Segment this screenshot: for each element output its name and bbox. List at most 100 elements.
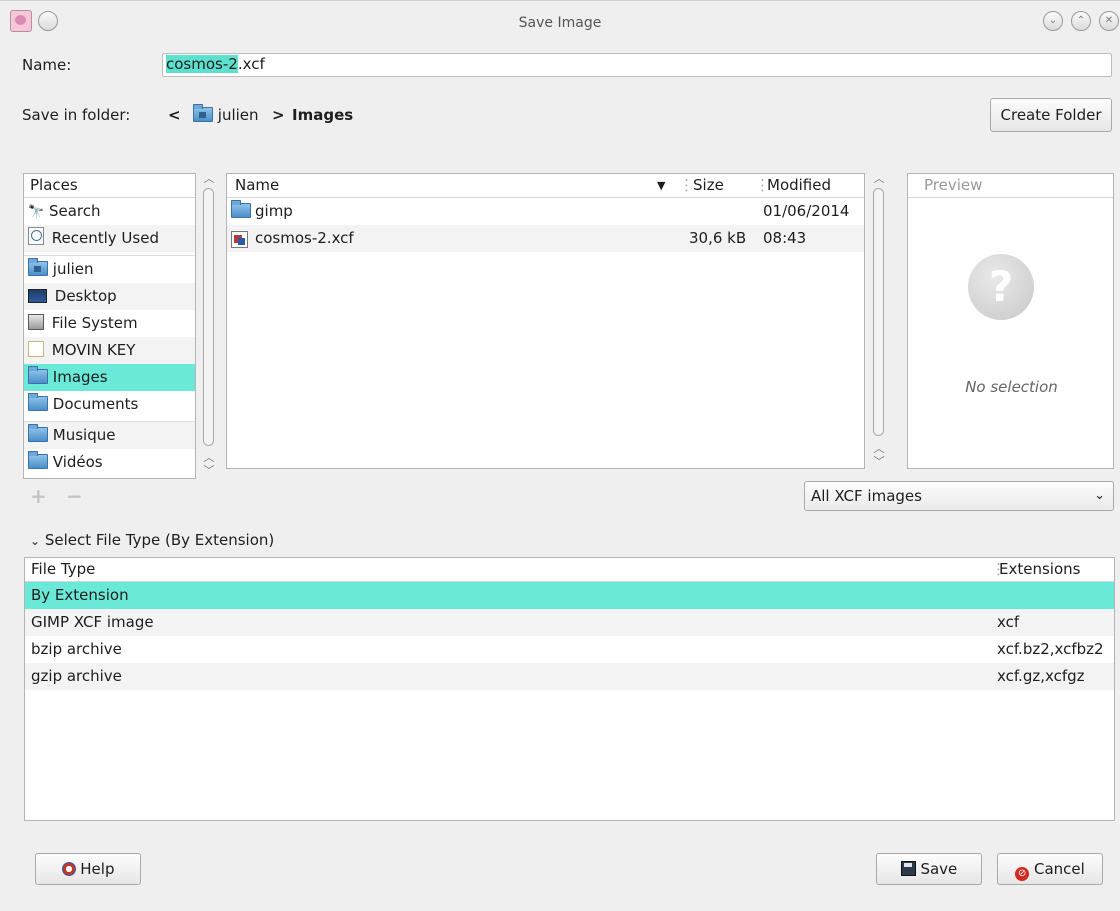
place-label: File System [51, 314, 138, 332]
window-title: Save Image [518, 15, 602, 31]
place-item-recently-used[interactable]: Recently Used [24, 225, 195, 252]
file-type-name: bzip archive [31, 640, 122, 658]
folder-icon [28, 393, 48, 411]
help-label: Help [80, 860, 115, 878]
name-label: Name: [22, 56, 72, 74]
place-label: Images [52, 368, 108, 386]
file-name: gimp [255, 202, 293, 220]
place-label: Vidéos [52, 453, 103, 471]
wilber-question-icon: ? [968, 254, 1034, 320]
cancel-label: Cancel [1033, 860, 1085, 878]
folder-icon [28, 366, 48, 384]
desktop-icon [28, 289, 47, 303]
place-label: Documents [52, 395, 139, 413]
place-item-movin-key[interactable]: MOVIN KEY [24, 337, 195, 364]
column-file-type-header[interactable]: File Type [31, 558, 95, 581]
usb-drive-icon [28, 341, 44, 357]
places-panel: Places 🔭 Search Recently Used julien Des… [23, 173, 196, 479]
file-type-name: gzip archive [31, 667, 122, 685]
minimize-button[interactable]: ⌄ [1043, 11, 1063, 31]
file-type-name: By Extension [31, 586, 129, 604]
column-modified-header[interactable]: Modified [767, 174, 831, 197]
breadcrumb-julien[interactable]: julien [193, 104, 259, 124]
file-row-cosmos-2[interactable]: cosmos-2.xcf 30,6 kB 08:43 [227, 225, 864, 252]
home-folder-icon [193, 104, 213, 122]
files-scrollbar-thumb[interactable] [873, 188, 884, 436]
column-separator: ⋮ [679, 176, 694, 194]
places-list: 🔭 Search Recently Used julien Desktop Fi… [24, 198, 195, 476]
place-label: Desktop [54, 287, 117, 305]
file-row-gimp[interactable]: gimp 01/06/2014 [227, 198, 864, 225]
place-label: Musique [52, 426, 116, 444]
place-item-documents[interactable]: Documents [24, 391, 195, 418]
place-label: Recently Used [51, 229, 159, 247]
save-button[interactable]: Save [876, 853, 982, 885]
breadcrumb-images[interactable]: Images [292, 106, 353, 124]
maximize-button[interactable]: ⌃ [1071, 11, 1091, 31]
file-type-expander[interactable]: ⌄ Select File Type (By Extension) [30, 531, 274, 549]
preview-empty-text: No selection [965, 378, 1058, 396]
file-type-extensions: xcf.gz,xcfgz [997, 667, 1085, 685]
file-type-header: File Type ⋮ Extensions [25, 558, 1114, 582]
help-button[interactable]: Help [35, 853, 141, 885]
cancel-button[interactable]: ⊘ Cancel [997, 853, 1103, 885]
place-item-julien[interactable]: julien [24, 255, 195, 283]
file-type-row[interactable]: gzip archive xcf.gz,xcfgz [25, 663, 1114, 690]
places-scroll-down-icon[interactable]: ﹀ [202, 462, 216, 478]
breadcrumb-back-button[interactable]: < [168, 106, 181, 124]
file-type-row[interactable]: By Extension [25, 582, 1114, 609]
folder-icon [231, 198, 251, 225]
file-list-panel: Name ▼ ⋮ Size ⋮ Modified gimp 01/06/2014… [226, 173, 865, 469]
file-filter-dropdown[interactable]: All XCF images ⌄ [804, 481, 1114, 511]
expander-chevron-icon: ⌄ [30, 534, 41, 548]
binoculars-icon: 🔭 [28, 205, 45, 220]
file-type-extensions: xcf [997, 613, 1020, 631]
sort-chevron-down-icon[interactable]: ▼ [657, 174, 665, 197]
folder-icon [28, 451, 48, 469]
create-folder-button[interactable]: Create Folder [990, 98, 1112, 132]
preview-panel: Preview ? No selection [907, 173, 1114, 469]
floppy-save-icon [900, 861, 916, 876]
file-type-expander-label: Select File Type (By Extension) [44, 531, 275, 549]
column-extensions-header[interactable]: Extensions [999, 558, 1080, 581]
place-item-images[interactable]: Images [24, 364, 195, 391]
folder-icon [28, 424, 48, 442]
file-type-row[interactable]: GIMP XCF image xcf [25, 609, 1114, 636]
breadcrumb-separator: > [272, 106, 285, 124]
preview-header: Preview [908, 174, 1113, 198]
place-label: julien [52, 260, 94, 278]
place-item-musique[interactable]: Musique [24, 421, 195, 449]
harddisk-icon [28, 314, 44, 330]
save-label: Save [920, 860, 958, 878]
add-bookmark-icon[interactable]: + [30, 484, 47, 508]
file-list-header: Name ▼ ⋮ Size ⋮ Modified [227, 174, 864, 198]
column-size-header[interactable]: Size [693, 174, 724, 197]
file-type-name: GIMP XCF image [31, 613, 154, 631]
place-item-desktop[interactable]: Desktop [24, 283, 195, 310]
remove-bookmark-icon[interactable]: − [66, 484, 83, 508]
file-modified: 01/06/2014 [763, 202, 850, 220]
filename-extension-text: .xcf [237, 55, 265, 73]
place-item-search[interactable]: 🔭 Search [24, 198, 195, 225]
places-header[interactable]: Places [24, 174, 195, 198]
file-filter-value: All XCF images [811, 487, 922, 505]
file-type-extensions: xcf.bz2,xcfbz2 [997, 640, 1104, 658]
files-scroll-up-icon[interactable]: ︿ [872, 170, 886, 186]
place-item-videos[interactable]: Vidéos [24, 449, 195, 476]
place-label: MOVIN KEY [51, 341, 136, 359]
place-item-file-system[interactable]: File System [24, 310, 195, 337]
column-name-header[interactable]: Name [235, 174, 279, 197]
file-type-row[interactable]: bzip archive xcf.bz2,xcfbz2 [25, 636, 1114, 663]
files-scroll-down-icon[interactable]: ﹀ [872, 453, 886, 469]
filename-input[interactable]: cosmos-2.xcf [162, 53, 1112, 77]
places-scrollbar-thumb[interactable] [203, 188, 214, 446]
breadcrumb-julien-label: julien [217, 106, 259, 124]
place-label: Search [48, 202, 101, 220]
file-name: cosmos-2.xcf [255, 229, 354, 247]
title-bar: Save Image ⌄ ⌃ ✕ [0, 0, 1120, 45]
file-type-table: File Type ⋮ Extensions By Extension GIMP… [24, 557, 1115, 821]
file-size: 30,6 kB [689, 229, 747, 247]
close-window-button[interactable]: ✕ [1099, 11, 1119, 31]
help-icon [61, 862, 76, 876]
places-scroll-up-icon[interactable]: ︿ [202, 170, 216, 186]
